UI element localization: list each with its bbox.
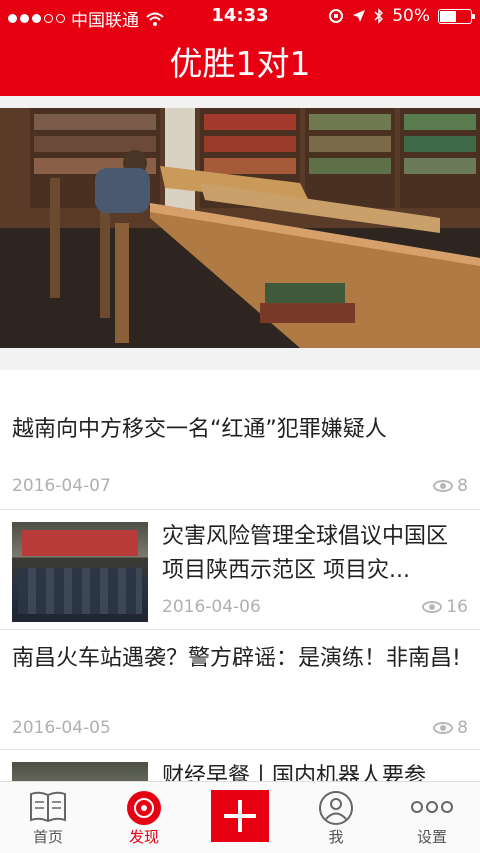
view-count-value: 8: [457, 476, 468, 496]
tab-discover[interactable]: 发现: [96, 782, 192, 853]
tab-home[interactable]: 首页: [0, 782, 96, 853]
book-icon: [30, 791, 66, 823]
article-title: 越南向中方移交一名“红通”犯罪嫌疑人: [12, 417, 387, 442]
tab-label: 我: [328, 828, 344, 846]
article-title: 灾害风险管理全球倡议中国区项目陕西示范区 项目灾...: [162, 524, 449, 583]
eye-icon: [422, 601, 443, 613]
battery-icon: [438, 8, 475, 24]
tab-settings[interactable]: 设置: [384, 782, 480, 853]
view-count-value: 8: [457, 718, 468, 738]
list-item[interactable]: 南昌火车站遇袭？警方辟谣：是演练！非南昌! 2016-04-05 8: [0, 630, 480, 750]
tab-label: 发现: [128, 828, 159, 846]
divider: [0, 348, 480, 370]
battery-percent: 50%: [392, 6, 430, 26]
eye-icon: [433, 722, 454, 734]
view-count: 8: [433, 718, 468, 738]
tab-add[interactable]: [192, 782, 288, 853]
article-date: 2016-04-06: [162, 597, 261, 617]
view-count-value: 16: [446, 597, 468, 617]
article-date: 2016-04-07: [12, 476, 111, 496]
more-icon: [411, 801, 453, 813]
bluetooth-icon: [374, 8, 384, 24]
status-bar: 中国联通 14:33 50%: [0, 0, 480, 32]
plus-icon: [211, 790, 269, 842]
article-date: 2016-04-05: [12, 718, 111, 738]
tab-bar: 首页 发现 我 设置: [0, 781, 480, 853]
location-icon: [353, 10, 366, 22]
tab-me[interactable]: 我: [288, 782, 384, 853]
rotation-lock-icon: [329, 9, 344, 23]
tab-label: 首页: [32, 828, 63, 846]
view-count: 16: [422, 597, 468, 617]
list-item[interactable]: 越南向中方移交一名“红通”犯罪嫌疑人 2016-04-07 8: [0, 370, 480, 510]
list-item[interactable]: 灾害风险管理全球倡议中国区项目陕西示范区 项目灾... 2016-04-06 1…: [0, 510, 480, 630]
person-icon: [319, 791, 353, 825]
eye-icon: [433, 480, 454, 492]
banner-image[interactable]: [0, 108, 480, 348]
page-title: 优胜1对1: [0, 32, 480, 96]
disc-icon: [127, 791, 161, 825]
divider: [0, 96, 480, 108]
article-thumbnail: [12, 522, 148, 622]
view-count: 8: [433, 476, 468, 496]
article-title: 南昌火车站遇袭？警方辟谣：是演练！非南昌!: [12, 646, 461, 671]
tab-label: 设置: [416, 828, 447, 846]
